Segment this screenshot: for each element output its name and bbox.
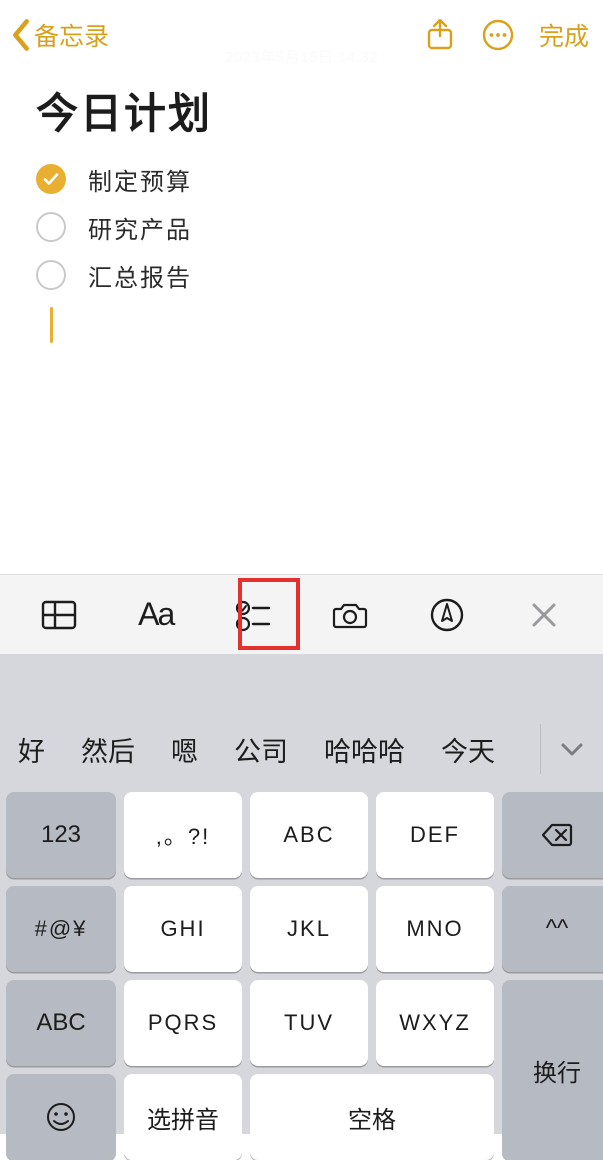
chevron-down-icon — [559, 736, 585, 762]
nav-bar: 备忘录 2023年5月15日 14:32 完成 — [0, 0, 603, 70]
key-wxyz[interactable]: WXYZ — [376, 980, 494, 1066]
separator — [540, 724, 541, 774]
key-punctuation[interactable]: ,。?! — [124, 792, 242, 878]
key-mno[interactable]: MNO — [376, 886, 494, 972]
checklist-item-label[interactable]: 研究产品 — [88, 210, 192, 245]
key-emoji[interactable] — [6, 1074, 116, 1160]
candidate-word[interactable]: 嗯 — [171, 730, 198, 769]
table-icon — [40, 596, 78, 634]
checkbox-checked[interactable] — [36, 164, 66, 194]
candidate-word[interactable]: 然后 — [81, 730, 135, 769]
key-return[interactable]: 换行 — [502, 980, 603, 1160]
text-format-button[interactable]: Aa — [116, 585, 196, 645]
note-timestamp: 2023年5月15日 14:32 — [225, 46, 378, 67]
expand-candidates-button[interactable] — [555, 732, 589, 766]
markup-button[interactable] — [407, 585, 487, 645]
checklist-icon — [234, 596, 272, 634]
share-icon — [423, 18, 457, 52]
done-button[interactable]: 完成 — [539, 17, 589, 53]
chevron-left-icon — [10, 18, 32, 52]
emoji-icon — [44, 1100, 78, 1134]
key-symbols[interactable]: #@¥ — [6, 886, 116, 972]
key-ghi[interactable]: GHI — [124, 886, 242, 972]
key-def[interactable]: DEF — [376, 792, 494, 878]
key-jkl[interactable]: JKL — [250, 886, 368, 972]
checklist-item-label[interactable]: 制定预算 — [88, 162, 192, 197]
checkbox-unchecked[interactable] — [36, 260, 66, 290]
keyboard-gap — [0, 654, 603, 710]
key-mode-abc[interactable]: ABC — [6, 980, 116, 1066]
camera-button[interactable] — [310, 585, 390, 645]
dismiss-toolbar-button[interactable] — [504, 585, 584, 645]
candidate-bar: 好 然后 嗯 公司 哈哈哈 今天 — [0, 710, 603, 788]
key-pqrs[interactable]: PQRS — [124, 980, 242, 1066]
back-label: 备忘录 — [34, 17, 109, 53]
key-space[interactable]: 空格 — [250, 1074, 494, 1160]
candidate-word[interactable]: 好 — [18, 730, 45, 769]
text-cursor — [50, 307, 53, 343]
back-button[interactable]: 备忘录 — [10, 17, 109, 53]
checkbox-unchecked[interactable] — [36, 212, 66, 242]
pen-circle-icon — [428, 596, 466, 634]
key-pinyin[interactable]: 选拼音 — [124, 1074, 242, 1160]
key-tuv[interactable]: TUV — [250, 980, 368, 1066]
format-toolbar: Aa — [0, 574, 603, 654]
key-backspace[interactable] — [502, 792, 603, 878]
candidate-word[interactable]: 哈哈哈 — [324, 730, 405, 769]
table-button[interactable] — [19, 585, 99, 645]
checklist-button[interactable] — [213, 585, 293, 645]
note-body[interactable]: 今日计划 制定预算 研究产品 汇总报告 — [0, 70, 603, 343]
text-format-label: Aa — [138, 596, 173, 633]
more-button[interactable] — [481, 18, 515, 52]
candidate-word[interactable]: 今天 — [441, 730, 495, 769]
key-abc[interactable]: ABC — [250, 792, 368, 878]
nav-actions: 完成 — [423, 17, 595, 53]
checklist-item-label[interactable]: 汇总报告 — [88, 258, 192, 293]
close-icon — [525, 596, 563, 634]
note-title[interactable]: 今日计划 — [36, 80, 571, 141]
keyboard: 123 ,。?! ABC DEF #@¥ GHI JKL MNO ^^ ABC … — [0, 788, 603, 1134]
camera-icon — [331, 596, 369, 634]
candidate-word[interactable]: 公司 — [234, 730, 288, 769]
checklist-item[interactable]: 汇总报告 — [36, 251, 571, 299]
share-button[interactable] — [423, 18, 457, 52]
ellipsis-circle-icon — [481, 18, 515, 52]
key-123[interactable]: 123 — [6, 792, 116, 878]
checkmark-icon — [42, 170, 60, 188]
checklist-item[interactable]: 研究产品 — [36, 203, 571, 251]
key-emoticon[interactable]: ^^ — [502, 886, 603, 972]
backspace-icon — [540, 818, 574, 852]
checklist-item[interactable]: 制定预算 — [36, 155, 571, 203]
